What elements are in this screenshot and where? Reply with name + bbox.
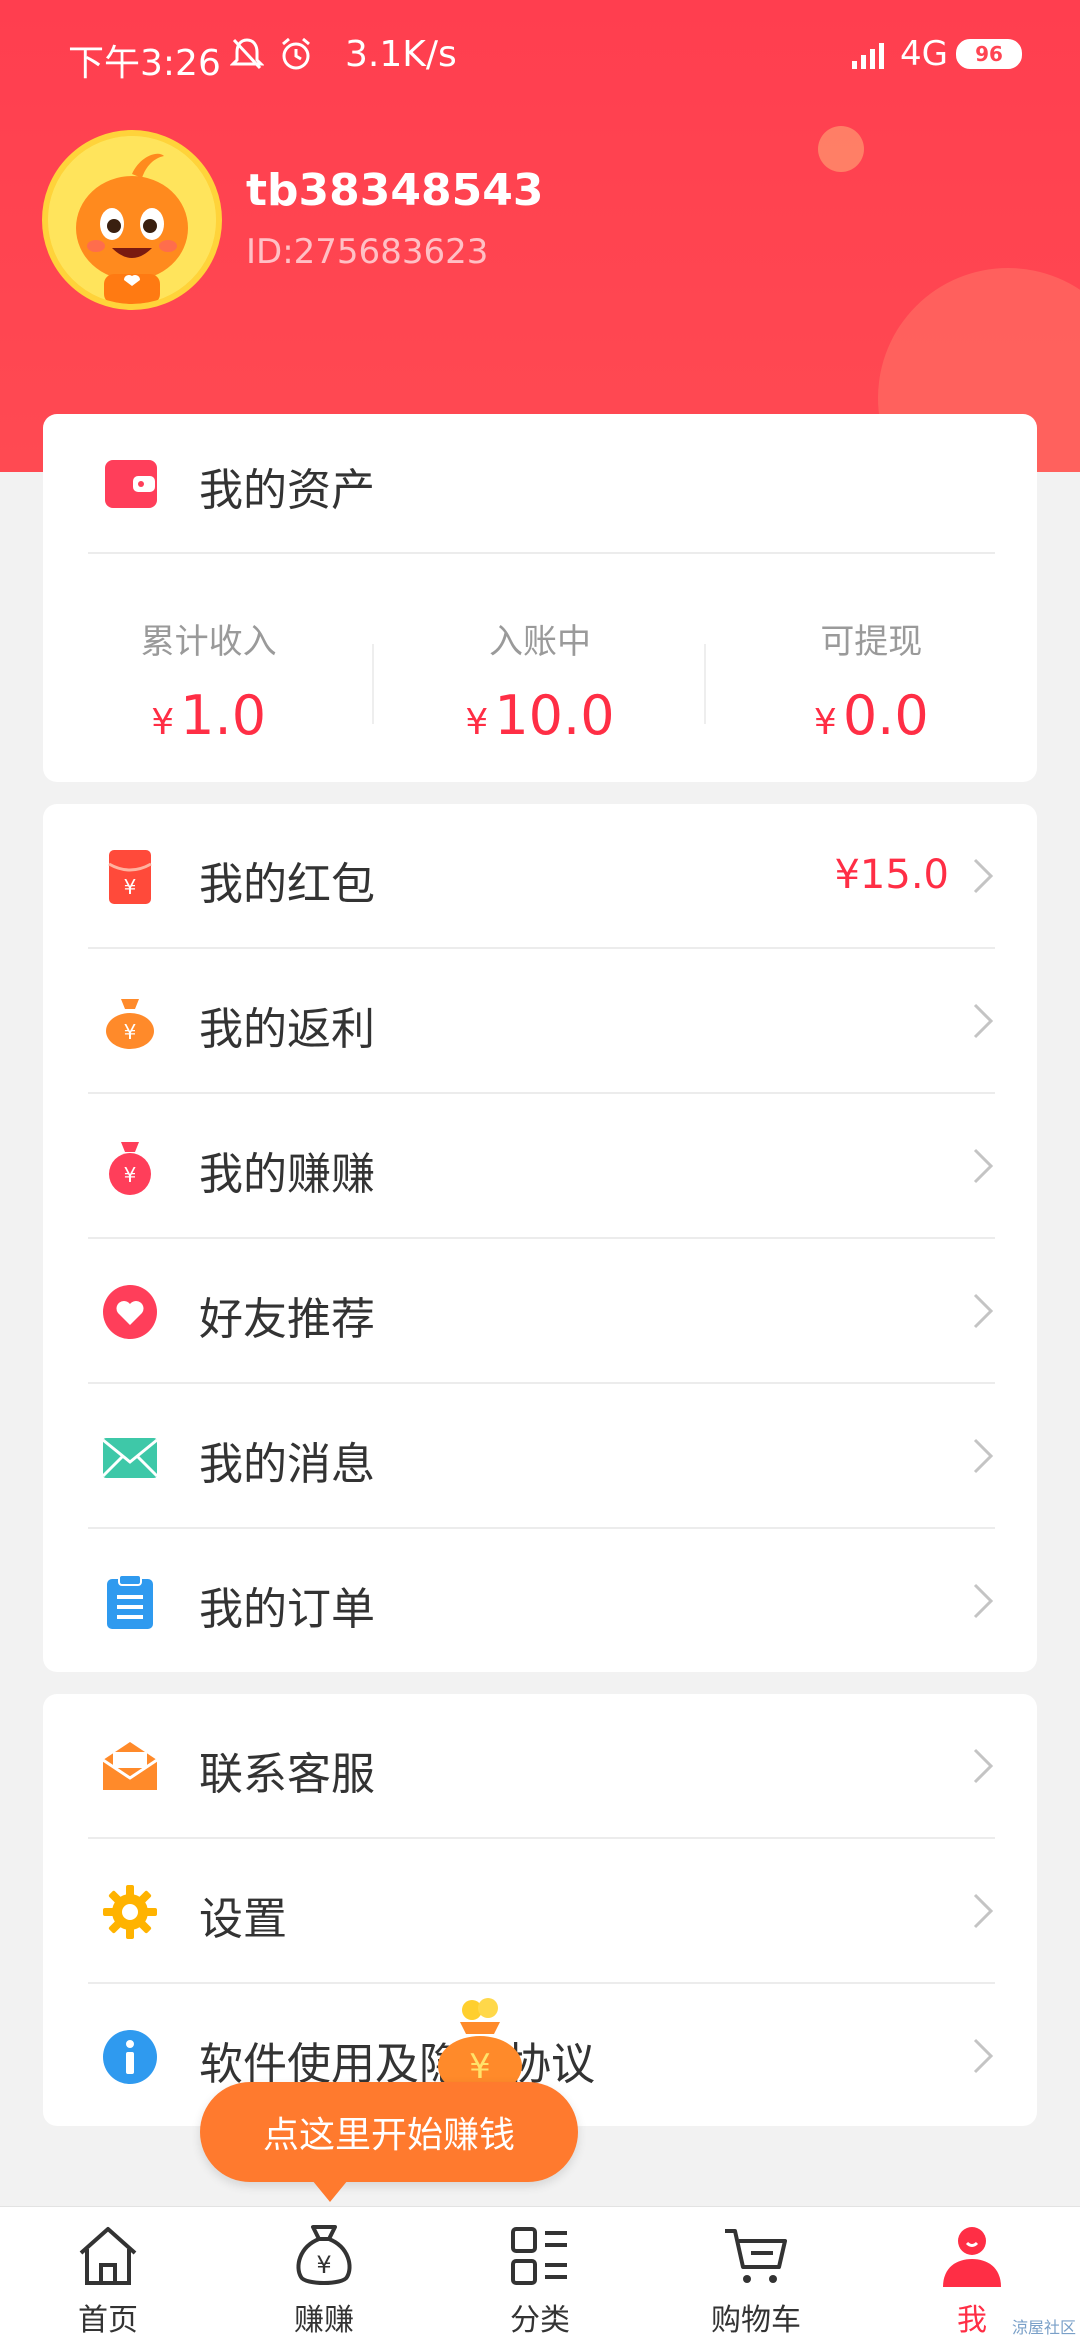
tab-cart[interactable]: 购物车 (648, 2207, 864, 2340)
asset-value: ¥10.0 (374, 684, 705, 747)
money-bag-icon: ¥ (106, 999, 154, 1049)
menu-label: 我的赚赚 (199, 1149, 375, 1200)
chevron-right-icon (973, 1148, 994, 1184)
menu-label: 我的消息 (199, 1439, 375, 1490)
menu-card-secondary: 联系客服 设置 软件使用及隐私协议 (43, 1694, 1037, 2126)
mail-icon (101, 1438, 159, 1478)
shopping-cart-icon (725, 2229, 787, 2283)
status-time: 下午3:26 (68, 43, 221, 84)
menu-item-messages[interactable]: 我的消息 (43, 1384, 1037, 1529)
network-type: 4G (900, 34, 948, 74)
menu-item-earnings[interactable]: ¥ 我的赚赚 (43, 1094, 1037, 1239)
asset-withdrawable[interactable]: 可提现 ¥0.0 (706, 554, 1037, 782)
chevron-right-icon (973, 1003, 994, 1039)
start-earning-tooltip[interactable]: 点这里开始赚钱 (200, 2082, 578, 2182)
asset-value: ¥0.0 (706, 684, 1037, 747)
currency-symbol: ¥ (151, 702, 175, 743)
asset-label: 入账中 (488, 622, 591, 662)
asset-amount: 0.0 (842, 684, 929, 747)
menu-item-rebate[interactable]: ¥ 我的返利 (43, 949, 1037, 1094)
wallet-icon (105, 460, 157, 508)
tooltip-pointer (312, 2180, 348, 2202)
currency-symbol: ¥ (465, 702, 489, 743)
currency-symbol: ¥ (813, 702, 837, 743)
home-icon (79, 2227, 137, 2285)
chevron-right-icon (973, 2038, 994, 2074)
tab-label: 购物车 (711, 2303, 801, 2338)
red-packet-balance: ¥15.0 (834, 852, 949, 898)
user-id: ID:275683623 (246, 232, 489, 272)
menu-item-referral[interactable]: 好友推荐 (43, 1239, 1037, 1384)
chevron-right-icon (973, 1293, 994, 1329)
battery-indicator: 96 (956, 39, 1022, 69)
open-envelope-icon (102, 1742, 158, 1790)
chevron-right-icon (973, 1748, 994, 1784)
asset-amount: 1.0 (180, 684, 267, 747)
user-profile-icon (943, 2227, 1001, 2287)
menu-label: 我的红包 (199, 859, 375, 910)
clipboard-icon (107, 1574, 153, 1629)
watermark-text: 涼屋社区 (1011, 2318, 1076, 2337)
status-bar: 下午3:26 3.1K/s 4G 96 (0, 0, 1080, 112)
signal-icon (852, 43, 885, 69)
tab-label: 赚赚 (294, 2303, 354, 2338)
tab-earn[interactable]: ¥ 赚赚 (216, 2207, 432, 2340)
menu-label: 联系客服 (199, 1749, 375, 1800)
bottom-tab-bar: 首页 ¥ 赚赚 分类 购物车 我 涼屋社区 (0, 2206, 1080, 2340)
heart-icon (103, 1285, 157, 1339)
chevron-right-icon (973, 1583, 994, 1619)
category-grid-icon (511, 2227, 567, 2285)
menu-label: 我的返利 (199, 1004, 375, 1055)
money-bag-icon: ¥ (296, 2225, 352, 2285)
username: tb38348543 (246, 165, 544, 216)
avatar[interactable] (42, 130, 222, 310)
svg-text:¥: ¥ (124, 1020, 137, 1044)
mascot-avatar-image (48, 136, 216, 304)
menu-label: 我的订单 (199, 1584, 375, 1635)
red-packet-icon: ¥ (108, 850, 152, 904)
svg-text:¥: ¥ (316, 2251, 331, 2279)
asset-label: 可提现 (820, 622, 923, 662)
menu-item-support[interactable]: 联系客服 (43, 1694, 1037, 1839)
menu-item-settings[interactable]: 设置 (43, 1839, 1037, 1984)
menu-label: 好友推荐 (199, 1294, 375, 1345)
assets-summary: 累计收入 ¥1.0 入账中 ¥10.0 可提现 ¥0.0 (43, 554, 1037, 782)
asset-label: 累计收入 (140, 622, 277, 662)
decor-bubble (818, 126, 864, 172)
tab-label: 首页 (78, 2303, 138, 2338)
assets-header[interactable]: 我的资产 (43, 414, 1037, 552)
assets-title: 我的资产 (199, 465, 375, 516)
menu-item-red-packet[interactable]: ¥ 我的红包 ¥15.0 (43, 804, 1037, 949)
asset-amount: 10.0 (494, 684, 615, 747)
network-speed: 3.1K/s (345, 34, 457, 75)
svg-text:¥: ¥ (124, 1163, 137, 1187)
alarm-icon (282, 37, 310, 70)
menu-label: 设置 (199, 1894, 287, 1945)
assets-card: 我的资产 累计收入 ¥1.0 入账中 ¥10.0 可提现 ¥0.0 (43, 414, 1037, 782)
coin-bag-icon[interactable]: ¥ (432, 1996, 528, 2096)
gear-icon (103, 1885, 157, 1939)
asset-pending[interactable]: 入账中 ¥10.0 (374, 554, 706, 782)
chevron-right-icon (973, 1893, 994, 1929)
mute-bell-icon (230, 38, 264, 70)
tab-home[interactable]: 首页 (0, 2207, 216, 2340)
coin-bag-icon: ¥ (109, 1142, 151, 1195)
menu-card-primary: ¥ 我的红包 ¥15.0 ¥ 我的返利 ¥ 我的赚赚 好友推荐 我的消息 我的订… (43, 804, 1037, 1672)
profile-header: 下午3:26 3.1K/s 4G 96 tb38348543 ID:275683… (0, 0, 1080, 472)
network-status: 4G 96 (850, 34, 1022, 74)
chevron-right-icon (973, 1438, 994, 1474)
chevron-right-icon (973, 858, 994, 894)
menu-item-orders[interactable]: 我的订单 (43, 1529, 1037, 1674)
svg-text:¥: ¥ (469, 2047, 491, 2087)
asset-total-income[interactable]: 累计收入 ¥1.0 (43, 554, 375, 782)
tab-label: 分类 (510, 2303, 570, 2338)
asset-value: ¥1.0 (43, 684, 374, 747)
info-icon (103, 2030, 157, 2084)
tab-category[interactable]: 分类 (432, 2207, 648, 2340)
svg-text:¥: ¥ (124, 875, 137, 899)
